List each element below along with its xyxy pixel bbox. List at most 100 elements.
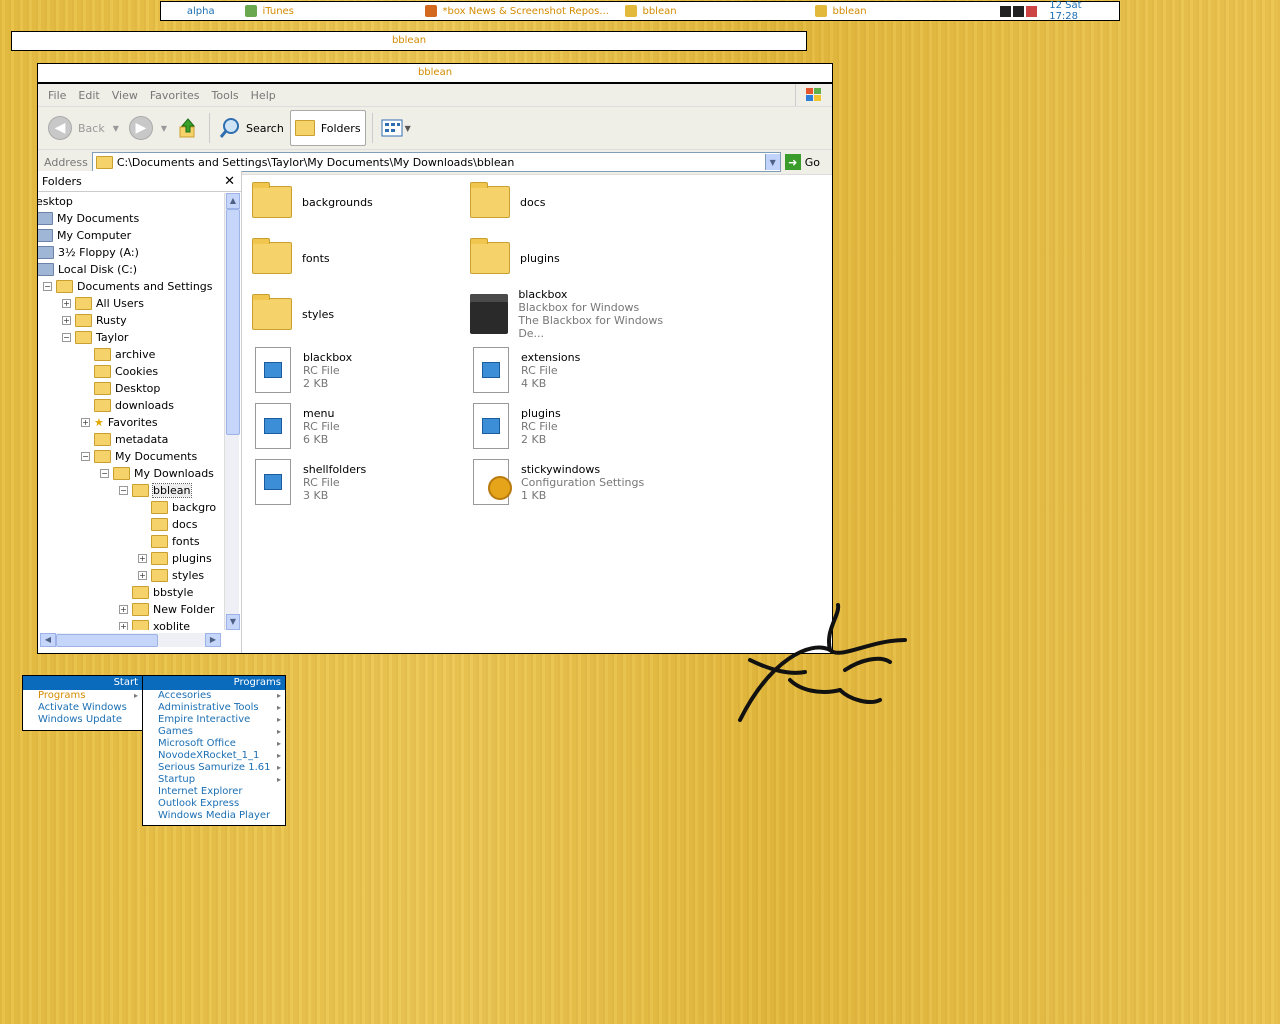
programs-menu-item[interactable]: NovodeXRocket_1_1: [143, 750, 285, 762]
views-button[interactable]: ▼: [377, 111, 415, 145]
folder-item[interactable]: backgrounds: [252, 177, 467, 227]
tree-item[interactable]: fonts: [138, 533, 200, 549]
up-folder-button[interactable]: [173, 111, 203, 145]
tree-item[interactable]: backgro: [138, 499, 216, 515]
scroll-down-button[interactable]: ▼: [226, 614, 240, 630]
workspace-label[interactable]: alpha: [161, 6, 240, 17]
tray-icon[interactable]: [1000, 5, 1012, 17]
go-button[interactable]: ➜ Go: [784, 154, 820, 170]
menu-item-tools[interactable]: Tools: [212, 89, 239, 102]
tree-item[interactable]: + ★ Favorites: [81, 414, 158, 430]
tree-item[interactable]: − Taylor: [62, 329, 128, 345]
start-menu-item[interactable]: Windows Update: [23, 714, 142, 726]
collapse-icon[interactable]: −: [62, 332, 71, 342]
expand-icon[interactable]: +: [81, 417, 90, 427]
menu-item-favorites[interactable]: Favorites: [150, 89, 200, 102]
tree-item[interactable]: Desktop: [81, 380, 160, 396]
programs-menu-item[interactable]: Serious Samurize 1.61: [143, 762, 285, 774]
shield-icon[interactable]: [1026, 5, 1038, 17]
programs-menu-item[interactable]: Internet Explorer: [143, 786, 285, 798]
collapse-icon[interactable]: −: [100, 468, 109, 478]
start-menu-item[interactable]: Programs: [23, 690, 142, 702]
clock[interactable]: 12 Sat 17:28: [1049, 0, 1113, 22]
taskbar-item[interactable]: *box News & Screenshot Repos...: [420, 2, 620, 20]
programs-menu-item[interactable]: Outlook Express: [143, 798, 285, 810]
expand-icon[interactable]: +: [138, 570, 147, 580]
folder-item[interactable]: fonts: [252, 233, 467, 283]
programs-menu-item[interactable]: Accesories: [143, 690, 285, 702]
scroll-up-button[interactable]: ▲: [226, 193, 240, 209]
slit-title-bar[interactable]: bblean: [11, 31, 807, 51]
file-item[interactable]: shellfolders RC File 3 KB: [252, 457, 467, 507]
tree-item[interactable]: bbstyle: [119, 584, 193, 600]
taskbar-item[interactable]: bblean: [620, 2, 810, 20]
tree-horizontal-scrollbar[interactable]: ◀ ▶: [40, 633, 221, 647]
tree-item[interactable]: My Documents: [38, 210, 139, 226]
file-item[interactable]: blackbox Blackbox for Windows The Blackbox…: [470, 288, 685, 340]
address-input[interactable]: C:\Documents and Settings\Taylor\My Docu…: [91, 152, 781, 172]
tree-vertical-scrollbar[interactable]: ▲ ▼: [224, 193, 240, 630]
tree-item[interactable]: My Computer: [38, 227, 131, 243]
tree-item[interactable]: + plugins: [138, 550, 212, 566]
tray-icon[interactable]: [1013, 5, 1025, 17]
tree-item[interactable]: + New Folder: [119, 601, 214, 617]
close-icon[interactable]: ✕: [224, 174, 235, 189]
programs-menu-item[interactable]: Windows Media Player: [143, 810, 285, 822]
programs-menu-item[interactable]: Microsoft Office: [143, 738, 285, 750]
tree-item[interactable]: + styles: [138, 567, 204, 583]
start-menu-item[interactable]: Activate Windows: [23, 702, 142, 714]
folders-button[interactable]: Folders: [289, 110, 366, 146]
tree-item[interactable]: − Documents and Settings: [43, 278, 213, 294]
collapse-icon[interactable]: −: [81, 451, 90, 461]
menu-item-file[interactable]: File: [48, 89, 66, 102]
collapse-icon[interactable]: −: [43, 281, 52, 291]
file-item[interactable]: extensions RC File 4 KB: [470, 345, 685, 395]
tree-item[interactable]: archive: [81, 346, 155, 362]
expand-icon[interactable]: +: [62, 298, 71, 308]
folder-item[interactable]: docs: [470, 177, 685, 227]
tree-item[interactable]: esktop: [38, 193, 73, 209]
chevron-down-icon[interactable]: ▼: [161, 124, 167, 133]
tree-item[interactable]: − bblean: [119, 482, 192, 498]
scrollbar-thumb[interactable]: [56, 634, 158, 647]
folder-item[interactable]: plugins: [470, 233, 685, 283]
window-title[interactable]: bblean: [38, 64, 832, 84]
menu-item-view[interactable]: View: [112, 89, 138, 102]
tree-item[interactable]: + Rusty: [62, 312, 127, 328]
tree-item[interactable]: metadata: [81, 431, 168, 447]
programs-menu-item[interactable]: Empire Interactive: [143, 714, 285, 726]
back-button[interactable]: ◀ Back ▼: [44, 111, 123, 145]
tree-item[interactable]: downloads: [81, 397, 174, 413]
file-item[interactable]: plugins RC File 2 KB: [470, 401, 685, 451]
programs-menu-item[interactable]: Games: [143, 726, 285, 738]
expand-icon[interactable]: +: [119, 621, 128, 630]
address-dropdown[interactable]: ▼: [764, 154, 780, 170]
chevron-down-icon[interactable]: ▼: [113, 124, 119, 133]
file-item[interactable]: stickywindows Configuration Settings 1 KB: [470, 457, 685, 507]
search-button[interactable]: Search: [214, 111, 288, 145]
collapse-icon[interactable]: −: [119, 485, 128, 495]
forward-button[interactable]: ▶ ▼: [125, 111, 171, 145]
taskbar-item[interactable]: iTunes: [240, 2, 420, 20]
tree-item[interactable]: − My Documents: [81, 448, 197, 464]
expand-icon[interactable]: +: [62, 315, 71, 325]
scroll-left-button[interactable]: ◀: [40, 633, 56, 647]
taskbar-item[interactable]: bblean: [810, 2, 1000, 20]
tree-item[interactable]: docs: [138, 516, 198, 532]
programs-menu-item[interactable]: Startup: [143, 774, 285, 786]
tree-item[interactable]: −Local Disk (C:): [38, 261, 137, 277]
expand-icon[interactable]: +: [119, 604, 128, 614]
folder-item[interactable]: styles: [252, 289, 467, 339]
expand-icon[interactable]: +: [138, 553, 147, 563]
tree-item[interactable]: + xoblite: [119, 618, 190, 630]
tree-item[interactable]: Cookies: [81, 363, 158, 379]
programs-menu-item[interactable]: Administrative Tools: [143, 702, 285, 714]
tree-item[interactable]: + All Users: [62, 295, 144, 311]
menu-item-help[interactable]: Help: [251, 89, 276, 102]
scroll-right-button[interactable]: ▶: [205, 633, 221, 647]
menu-item-edit[interactable]: Edit: [78, 89, 99, 102]
file-item[interactable]: menu RC File 6 KB: [252, 401, 467, 451]
scrollbar-thumb[interactable]: [226, 209, 240, 435]
tree-item[interactable]: +3½ Floppy (A:): [38, 244, 139, 260]
tree-item[interactable]: − My Downloads: [100, 465, 214, 481]
